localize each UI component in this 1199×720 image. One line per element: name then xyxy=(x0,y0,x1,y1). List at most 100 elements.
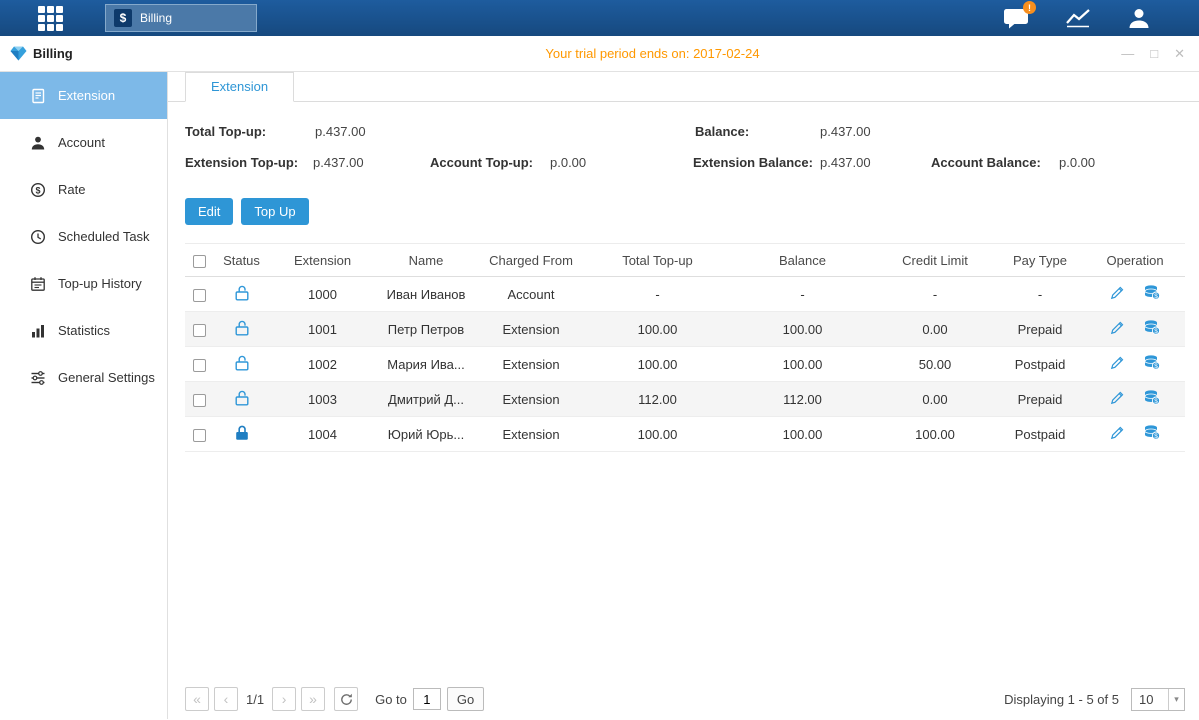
col-extension: Extension xyxy=(270,244,375,277)
scheduled-task-icon xyxy=(30,229,46,245)
table-row[interactable]: 1004 Юрий Юрь... Extension 100.00 100.00… xyxy=(185,417,1185,452)
cell-name: Иван Иванов xyxy=(375,277,477,312)
svg-text:$: $ xyxy=(1155,363,1159,370)
table-row[interactable]: 1002 Мария Ива... Extension 100.00 100.0… xyxy=(185,347,1185,382)
top-up-button[interactable]: Top Up xyxy=(241,198,308,225)
page-size-value: 10 xyxy=(1132,692,1168,707)
minimize-icon[interactable]: — xyxy=(1121,46,1134,62)
edit-icon[interactable] xyxy=(1110,355,1125,373)
sidebar-item-rate[interactable]: $ Rate xyxy=(0,166,167,213)
select-all-checkbox[interactable] xyxy=(193,255,206,268)
col-pay-type: Pay Type xyxy=(995,244,1085,277)
topbar-right: ! xyxy=(1003,7,1151,29)
next-page-button[interactable]: › xyxy=(272,687,296,711)
prev-page-button[interactable]: ‹ xyxy=(214,687,238,711)
topup-icon[interactable]: $ xyxy=(1144,285,1160,303)
close-icon[interactable]: ✕ xyxy=(1174,46,1185,62)
row-checkbox[interactable] xyxy=(193,289,206,302)
tab-extension[interactable]: Extension xyxy=(185,72,294,102)
sidebar-item-label: Rate xyxy=(58,182,85,197)
table-row[interactable]: 1003 Дмитрий Д... Extension 112.00 112.0… xyxy=(185,382,1185,417)
cell-charged-from: Extension xyxy=(477,417,585,452)
refresh-icon xyxy=(340,693,353,706)
row-checkbox[interactable] xyxy=(193,359,206,372)
messages-icon[interactable]: ! xyxy=(1003,7,1029,29)
cell-name: Мария Ива... xyxy=(375,347,477,382)
maximize-icon[interactable]: □ xyxy=(1150,46,1158,62)
sidebar-item-label: General Settings xyxy=(58,370,155,385)
cell-credit-limit: 0.00 xyxy=(875,382,995,417)
cell-name: Дмитрий Д... xyxy=(375,382,477,417)
edit-icon[interactable] xyxy=(1110,390,1125,408)
account-icon xyxy=(30,135,46,151)
billing-tab-label: Billing xyxy=(140,11,172,25)
sidebar-item-extension[interactable]: Extension xyxy=(0,72,167,119)
cell-total-topup: 100.00 xyxy=(585,347,730,382)
extension-topup-value: p.437.00 xyxy=(313,155,364,170)
edit-icon[interactable] xyxy=(1110,285,1125,303)
sidebar-item-statistics[interactable]: Statistics xyxy=(0,307,167,354)
billing-app-tab[interactable]: $ Billing xyxy=(105,4,257,32)
pagination-right: Displaying 1 - 5 of 5 10 ▾ xyxy=(1004,688,1185,711)
goto-page-input[interactable] xyxy=(413,688,441,710)
cell-balance: - xyxy=(730,277,875,312)
refresh-button[interactable] xyxy=(334,687,358,711)
extension-topup-label: Extension Top-up: xyxy=(185,155,298,170)
balance-value: p.437.00 xyxy=(820,124,871,139)
total-topup-value: p.437.00 xyxy=(315,124,366,139)
cell-name: Юрий Юрь... xyxy=(375,417,477,452)
table-row[interactable]: 1000 Иван Иванов Account - - - - $ xyxy=(185,277,1185,312)
go-button[interactable]: Go xyxy=(447,687,484,711)
sidebar-item-account[interactable]: Account xyxy=(0,119,167,166)
col-charged-from: Charged From xyxy=(477,244,585,277)
sidebar-item-label: Extension xyxy=(58,88,115,103)
person-icon xyxy=(1127,7,1151,29)
cell-pay-type: Prepaid xyxy=(995,382,1085,417)
cell-total-topup: 112.00 xyxy=(585,382,730,417)
extension-icon xyxy=(30,88,46,104)
app-body: Extension Account $ Rate Scheduled Task xyxy=(0,72,1199,719)
first-page-button[interactable]: « xyxy=(185,687,209,711)
user-icon[interactable] xyxy=(1127,7,1151,29)
cell-credit-limit: 0.00 xyxy=(875,312,995,347)
sidebar-item-topup-history[interactable]: Top-up History xyxy=(0,260,167,307)
apps-grid-icon[interactable] xyxy=(38,6,63,31)
billing-logo-icon xyxy=(10,46,27,61)
cell-charged-from: Extension xyxy=(477,312,585,347)
sidebar-item-general-settings[interactable]: General Settings xyxy=(0,354,167,401)
edit-icon[interactable] xyxy=(1110,425,1125,443)
topup-icon[interactable]: $ xyxy=(1144,355,1160,373)
svg-text:$: $ xyxy=(35,185,40,195)
svg-text:$: $ xyxy=(1155,328,1159,335)
cell-extension: 1000 xyxy=(270,277,375,312)
total-topup-label: Total Top-up: xyxy=(185,124,266,139)
edit-button[interactable]: Edit xyxy=(185,198,233,225)
row-checkbox[interactable] xyxy=(193,429,206,442)
col-operation: Operation xyxy=(1085,244,1185,277)
sidebar-item-label: Statistics xyxy=(58,323,110,338)
table-row[interactable]: 1001 Петр Петров Extension 100.00 100.00… xyxy=(185,312,1185,347)
cell-pay-type: Prepaid xyxy=(995,312,1085,347)
row-checkbox[interactable] xyxy=(193,394,206,407)
edit-icon[interactable] xyxy=(1110,320,1125,338)
last-page-button[interactable]: » xyxy=(301,687,325,711)
sidebar-item-label: Account xyxy=(58,135,105,150)
page-size-select[interactable]: 10 ▾ xyxy=(1131,688,1185,711)
reports-icon[interactable] xyxy=(1065,8,1091,28)
topup-icon[interactable]: $ xyxy=(1144,390,1160,408)
cell-charged-from: Account xyxy=(477,277,585,312)
account-balance-label: Account Balance: xyxy=(931,155,1041,170)
extension-balance-value: p.437.00 xyxy=(820,155,871,170)
topup-history-icon xyxy=(30,276,46,292)
sidebar-item-scheduled-task[interactable]: Scheduled Task xyxy=(0,213,167,260)
page-title: Billing xyxy=(33,46,73,61)
cell-extension: 1002 xyxy=(270,347,375,382)
line-chart-icon xyxy=(1065,8,1091,28)
topup-icon[interactable]: $ xyxy=(1144,320,1160,338)
titlebar: Billing Your trial period ends on: 2017-… xyxy=(0,36,1199,72)
row-checkbox[interactable] xyxy=(193,324,206,337)
topup-icon[interactable]: $ xyxy=(1144,425,1160,443)
window-controls: — □ ✕ xyxy=(1095,46,1185,62)
titlebar-left: Billing xyxy=(10,46,210,61)
svg-text:$: $ xyxy=(1155,293,1159,300)
